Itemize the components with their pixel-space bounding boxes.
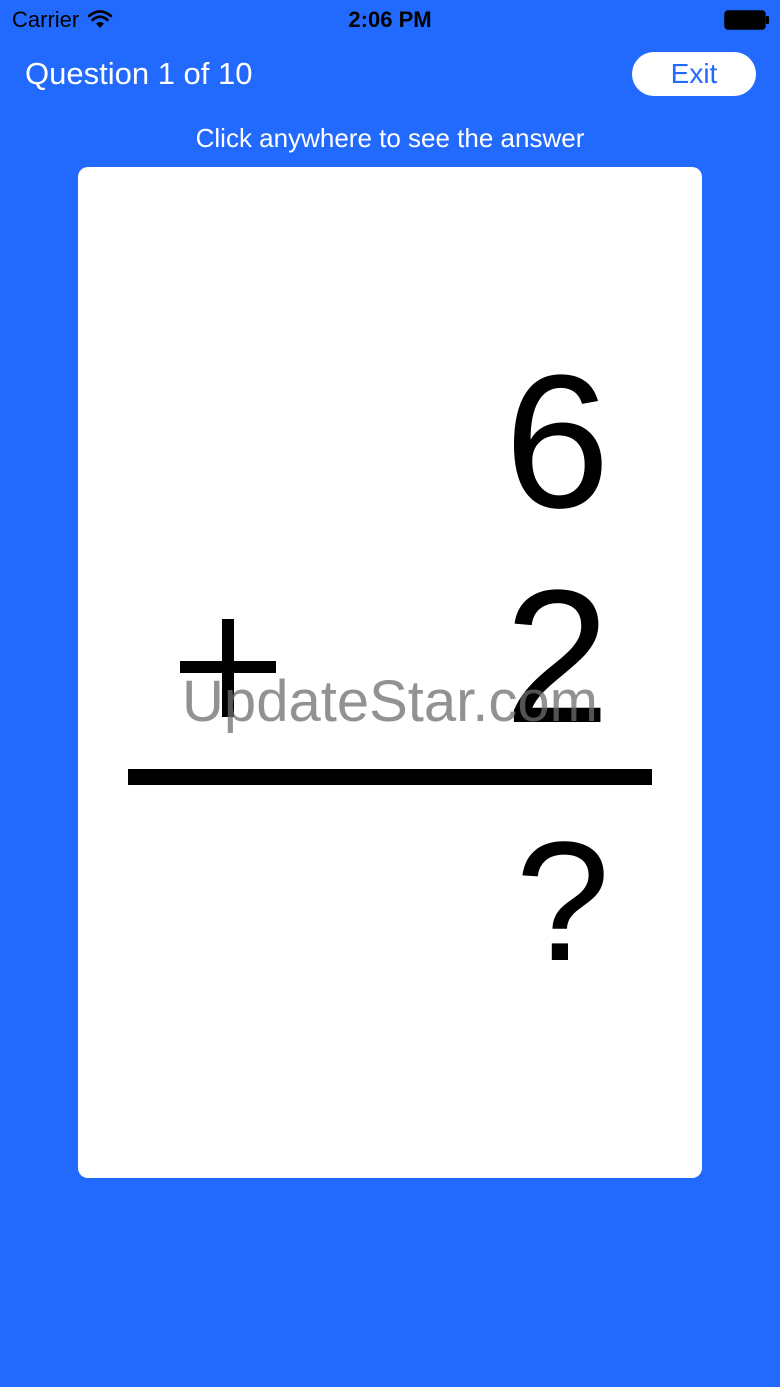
status-time: 2:06 PM <box>348 7 432 32</box>
question-counter: Question 1 of 10 <box>25 56 253 91</box>
plus-vertical-bar <box>222 619 234 717</box>
flash-card[interactable]: 6 2 ? <box>78 167 702 1178</box>
battery-icon <box>724 10 769 30</box>
reveal-hint: Click anywhere to see the answer <box>195 123 585 153</box>
status-bar: Carrier 2:06 PM <box>0 0 780 40</box>
plus-icon <box>180 619 276 717</box>
exit-button[interactable]: Exit <box>632 52 756 96</box>
bottom-operand: 2 <box>504 551 610 763</box>
answer-placeholder: ? <box>515 807 610 997</box>
answer-divider <box>128 769 652 785</box>
top-operand: 6 <box>504 336 610 548</box>
